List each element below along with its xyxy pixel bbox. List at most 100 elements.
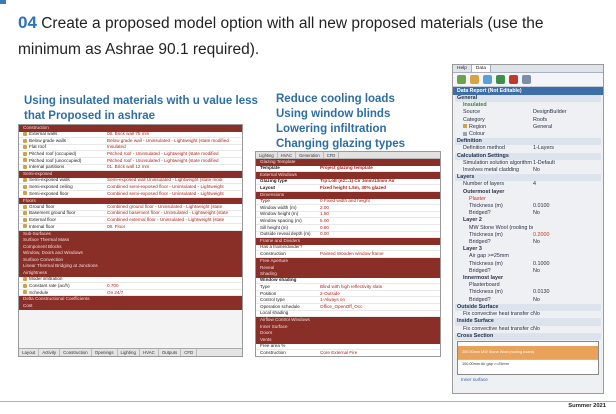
section-header[interactable]: Window, Doors and Windows	[19, 250, 242, 257]
property-value[interactable]: Trp LoE (e2=.1) Clr 3mm/13mm Air	[320, 178, 440, 184]
property-value[interactable]: Combined basement floor - Uninsulated - …	[107, 210, 242, 216]
report-section-header: Calculation Settings	[455, 152, 601, 160]
report-row: Definition method 1-Layers	[455, 145, 601, 152]
report-label: Region	[463, 124, 533, 131]
property-value[interactable]: 2-Outside	[320, 291, 440, 297]
property-value[interactable]: Project glazing template	[320, 165, 440, 171]
report-value: No	[533, 325, 540, 332]
copy-icon[interactable]	[483, 75, 492, 84]
property-value[interactable]: Office_OpenOff_Occ	[320, 304, 440, 310]
report-value: No	[533, 167, 540, 174]
property-label: Construction	[260, 251, 286, 257]
tab-outputs[interactable]: Outputs	[159, 349, 182, 356]
property-value[interactable]: Fixed height 1.5m, 30% glazed	[320, 185, 440, 191]
property-value[interactable]: 08. Brick wall 75 mm	[107, 131, 242, 137]
property-value[interactable]: Core External Fire	[320, 350, 440, 356]
property-value[interactable]: 1.50	[320, 211, 440, 217]
section-header[interactable]: Delta Constructional Coefficients	[19, 296, 242, 304]
report-value: 0.0130	[533, 289, 550, 296]
report-layer-header: Layer 2	[455, 217, 601, 224]
property-label: Construction	[260, 349, 286, 355]
tab-hvac[interactable]: HVAC	[140, 349, 159, 356]
new-icon[interactable]	[496, 75, 505, 84]
section-header[interactable]: Sub-Surfaces	[19, 230, 242, 238]
property-row[interactable]: Construction Painted Wooden window frame	[256, 251, 440, 258]
tab-lighting[interactable]: Lighting	[256, 152, 278, 158]
section-header[interactable]: Reveal	[256, 264, 440, 272]
edit-icon[interactable]	[470, 75, 479, 84]
tab-cfd[interactable]: CFD	[324, 152, 340, 158]
tab-construction[interactable]: Construction	[60, 349, 92, 356]
property-value[interactable]: Insulated	[107, 144, 242, 150]
property-value[interactable]: Pitched roof - Uninsulated - Lightweight…	[107, 158, 242, 164]
report-label-text: Thickness (m)	[469, 231, 503, 238]
property-value[interactable]: 0.700	[107, 283, 242, 289]
property-value[interactable]: 5.00	[320, 218, 440, 224]
report-tabs: Help Data	[453, 65, 603, 73]
tab-hvac[interactable]: HVAC	[278, 152, 296, 158]
tab-data[interactable]: Data	[471, 65, 492, 72]
property-row[interactable]: Layout Fixed height 1.5m, 30% glazed	[256, 185, 440, 192]
section-header[interactable]: Airflow Control Windows	[256, 317, 440, 324]
property-value[interactable]: Blind with high reflectivity slats	[320, 284, 440, 290]
property-value[interactable]: 0.80	[320, 225, 440, 231]
property-value[interactable]: Combined semi-exposed floor - Uninsulate…	[107, 191, 242, 197]
property-label: Pitched roof (unoccupied)	[23, 158, 107, 164]
report-label-text: Involves metal cladding	[463, 167, 520, 174]
property-value[interactable]: 0.00	[320, 231, 440, 237]
tab-layout[interactable]: Layout	[19, 349, 40, 356]
section-header[interactable]: Surface Thermal Mass	[19, 237, 242, 244]
property-value[interactable]: On 24/7	[107, 290, 242, 296]
tab-openings[interactable]: Openings	[92, 349, 118, 356]
property-row[interactable]: Local shading	[256, 310, 440, 318]
property-value[interactable]: Painted Wooden window frame	[320, 251, 440, 257]
report-value	[533, 131, 601, 138]
tab-cfd[interactable]: CFD	[181, 349, 198, 356]
delete-icon[interactable]	[509, 75, 518, 84]
section-header[interactable]: Component Blocks	[19, 243, 242, 251]
section-header[interactable]: Cost	[19, 303, 242, 310]
report-section-header: Layers	[455, 174, 601, 182]
report-label: Thickness (m)	[463, 203, 533, 210]
property-value[interactable]: Semi-exposed wall Uninsulated - Lightwei…	[107, 177, 242, 183]
property-row[interactable]: Internal partitions 01. Brick wall 12 mm	[19, 164, 242, 172]
property-value[interactable]: Combined external floor - Uninsulated - …	[107, 217, 242, 223]
property-value[interactable]: 1-Always on	[320, 297, 440, 303]
property-row[interactable]: Semi-exposed floor Combined semi-exposed …	[19, 191, 242, 198]
property-value[interactable]: Below grade wall - Uninsulated - Lightwe…	[107, 138, 242, 144]
section-header[interactable]: Doors	[256, 330, 440, 338]
property-value[interactable]: 2.00	[320, 205, 440, 211]
section-header[interactable]: Surface Convection	[19, 256, 242, 264]
report-label: Involves metal cladding	[463, 167, 533, 174]
report-label: Thickness (m)	[463, 261, 533, 268]
report-row: Simulation solution algorithm 1-Default	[455, 160, 601, 167]
property-row[interactable]: Schedule On 24/7	[19, 290, 242, 297]
property-row[interactable]: Internal floor 08. Floor	[19, 224, 242, 231]
property-row[interactable]: Outside reveal depth (m) 0.00	[256, 231, 440, 239]
tab-activity[interactable]: Activity	[39, 349, 61, 356]
property-value[interactable]: Combined ground floor - Uninsulated - Li…	[107, 204, 242, 210]
property-label-text: Semi-exposed walls	[29, 177, 70, 183]
report-row: Category Roofs	[455, 117, 601, 124]
property-label: Window shading	[260, 277, 297, 283]
section-header[interactable]: Free Aperture	[256, 257, 440, 265]
property-value[interactable]: Pitched roof - Uninsulated - Lightweight…	[107, 151, 242, 157]
property-row[interactable]: Template Project glazing template	[256, 165, 440, 173]
section-header[interactable]: Linear Thermal Bridging at Junctions	[19, 263, 242, 271]
report-label-text: MW Stone Wool (rooling board)	[469, 224, 533, 231]
report-row: Bridged? No	[455, 239, 601, 246]
tab-lighting[interactable]: Lighting	[118, 349, 140, 356]
openings-tabs: Lighting HVAC Generation CFD	[256, 152, 440, 159]
tab-generation[interactable]: Generation	[296, 152, 324, 158]
property-value[interactable]: 01. Brick wall 12 mm	[107, 164, 242, 170]
property-value[interactable]: Combined semi-exposed floor - Uninsulate…	[107, 184, 242, 190]
property-value[interactable]: 08. Floor	[107, 224, 242, 230]
property-value[interactable]: 0 Fixed width and height	[320, 198, 440, 204]
tab-help[interactable]: Help	[453, 65, 472, 72]
section-header[interactable]: Inner Surface	[256, 323, 440, 331]
report-value: General	[533, 123, 553, 130]
report-row: Number of layers 4	[455, 181, 601, 188]
filter-icon[interactable]	[522, 75, 531, 84]
report-label-text: Thickness (m)	[469, 289, 503, 296]
add-icon[interactable]	[457, 75, 466, 84]
